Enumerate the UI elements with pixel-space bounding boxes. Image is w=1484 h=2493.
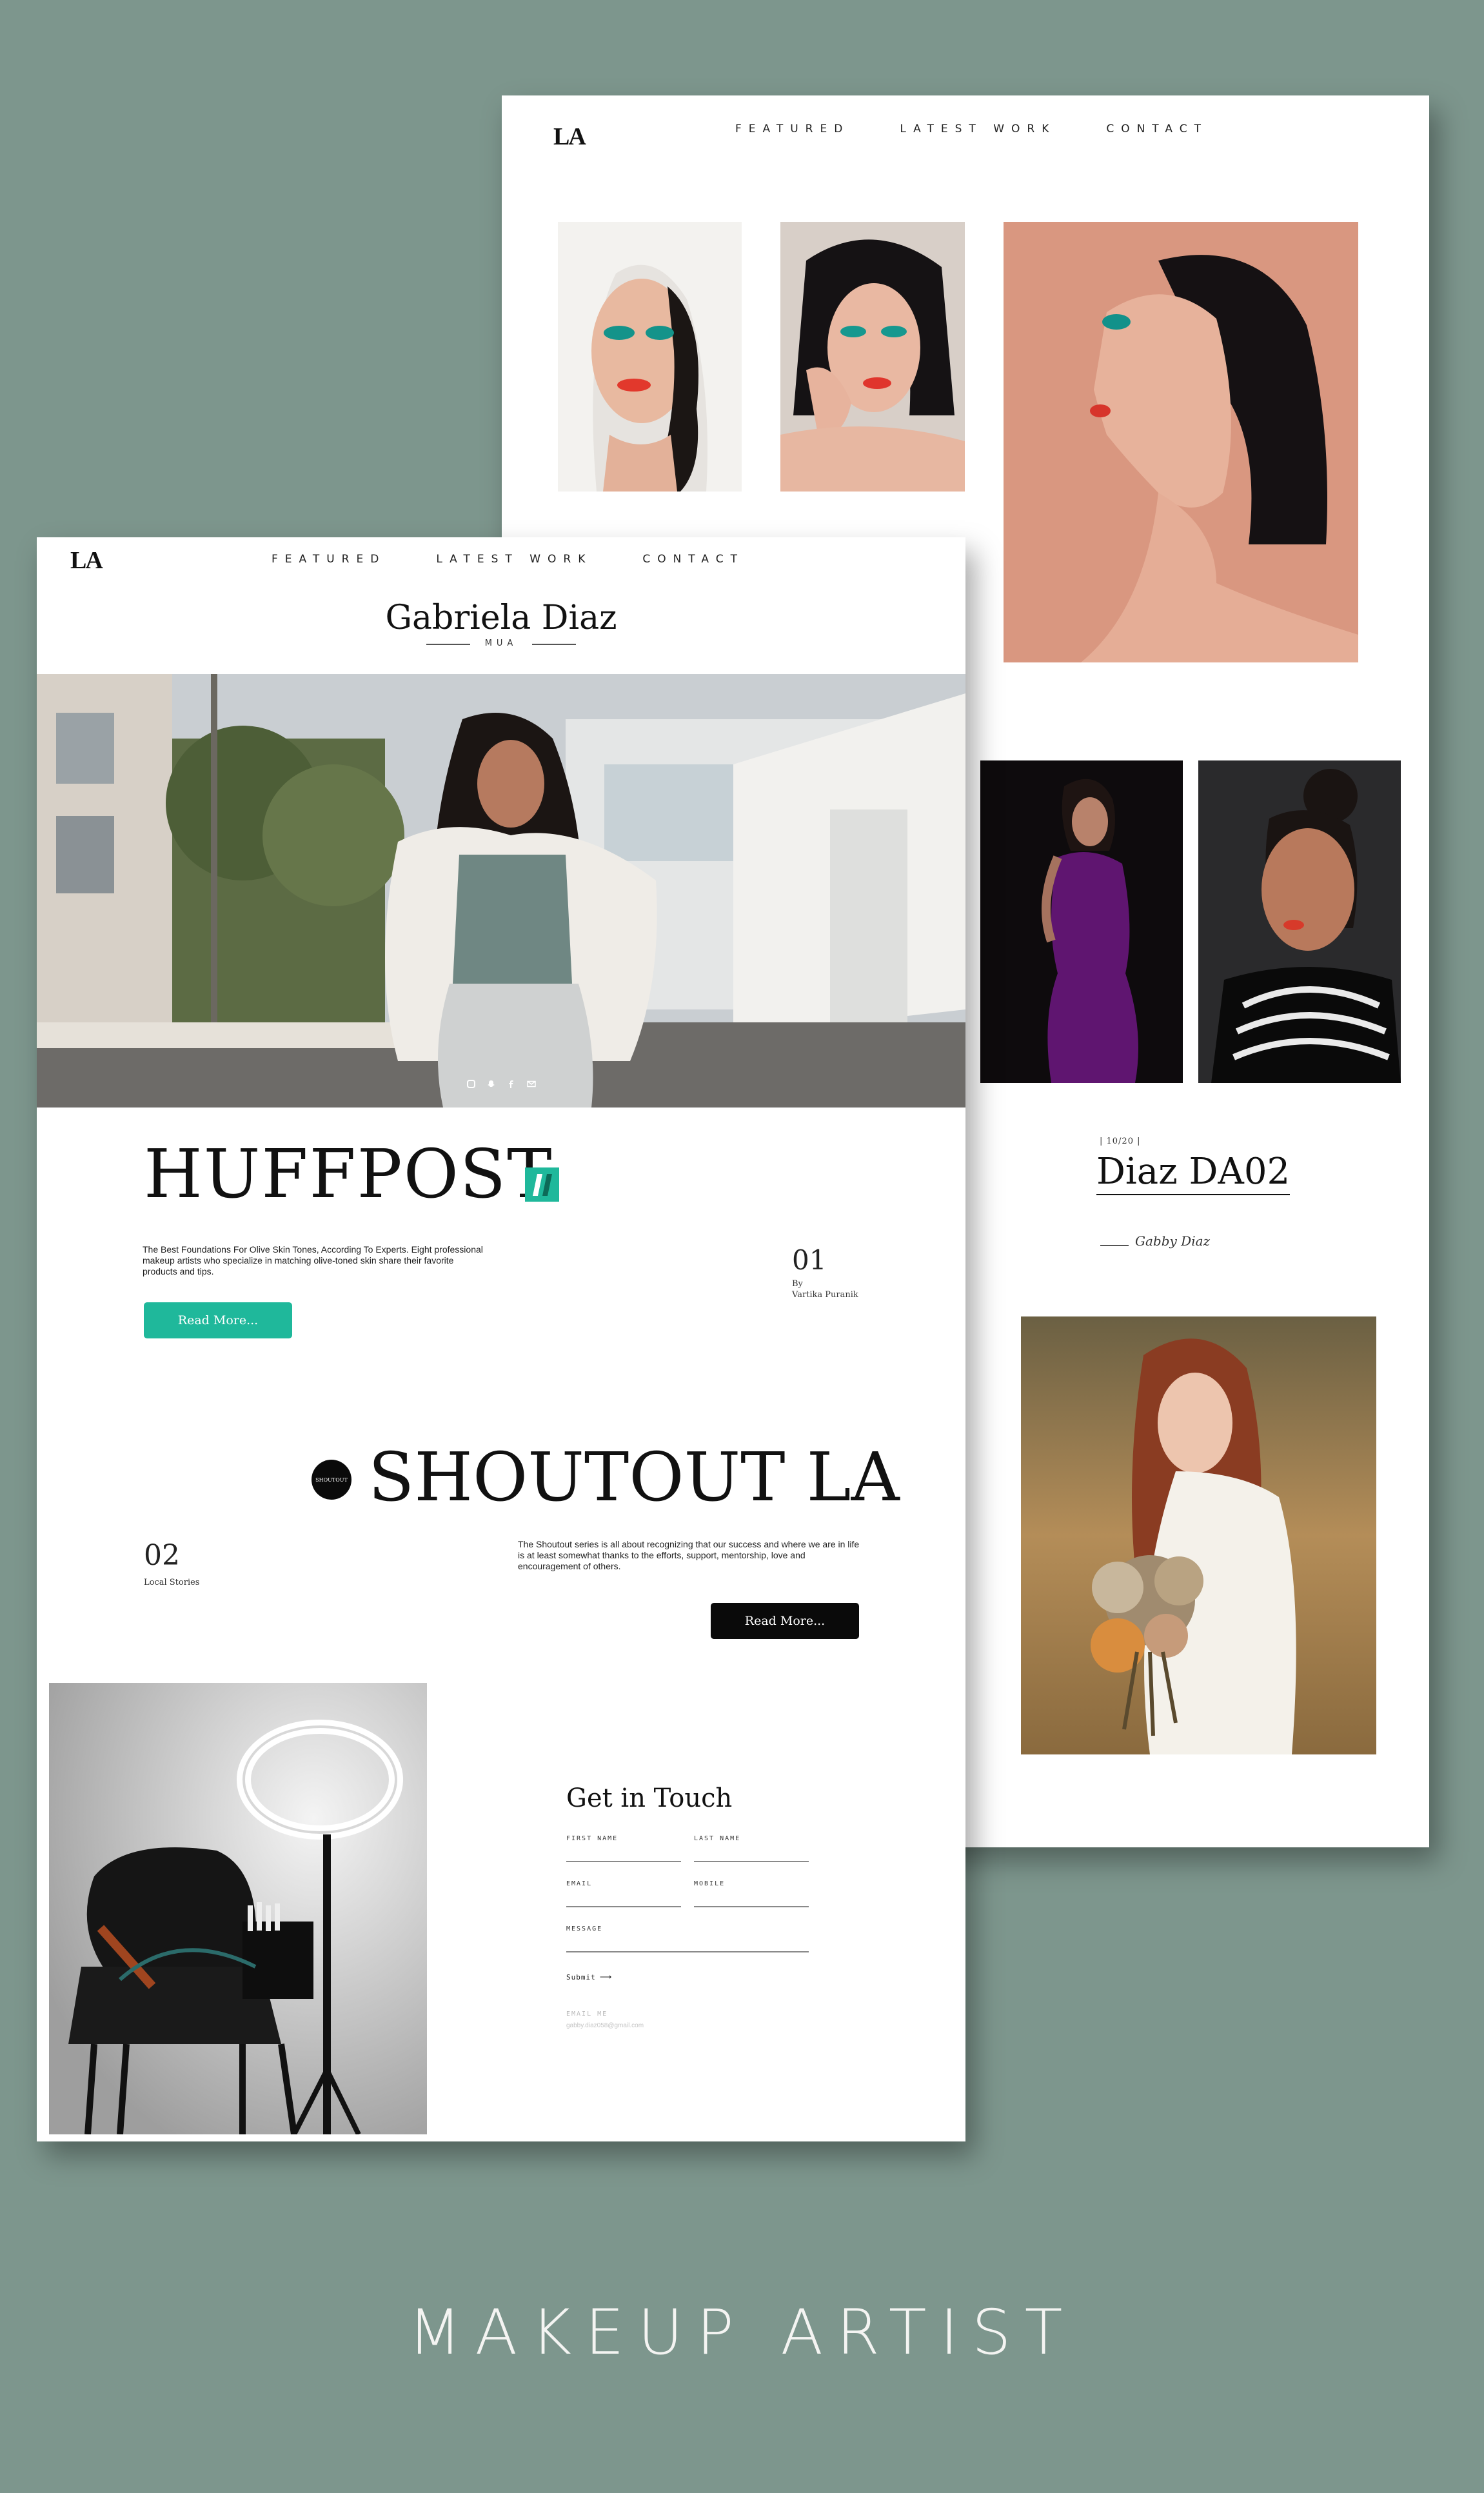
message-label: MESSAGE xyxy=(566,1925,603,1932)
press-shoutout-number: 02 xyxy=(144,1539,180,1572)
front-nav-links: FEATURED LATEST WORK CONTACT xyxy=(272,553,795,566)
front-logo[interactable]: LA xyxy=(70,546,103,575)
contact-title: Get in Touch xyxy=(566,1783,733,1813)
shoutout-logo-badge: SHOUTOUT xyxy=(312,1460,351,1500)
submit-button[interactable]: Submit ⟶ xyxy=(566,1972,611,1982)
huffpost-logo-mark xyxy=(525,1167,559,1202)
email-label: EMAIL xyxy=(566,1880,593,1887)
back-nav-links: FEATURED LATEST WORK CONTACT xyxy=(735,123,1258,135)
email-me-label: EMAIL ME xyxy=(566,2011,608,2018)
mobile-label: MOBILE xyxy=(694,1880,726,1887)
press-huffpost-number: 01 xyxy=(792,1244,827,1276)
huffpost-read-more-button[interactable]: Read More... xyxy=(144,1302,292,1338)
feature-title: Diaz DA02 xyxy=(1096,1151,1291,1195)
brand-name: Gabriela Diaz xyxy=(385,599,617,637)
last-name-label: LAST NAME xyxy=(694,1835,741,1842)
mail-icon[interactable] xyxy=(527,1080,536,1088)
press-huffpost-author: Vartika Puranik xyxy=(792,1290,858,1300)
signature: Gabby Diaz xyxy=(1135,1233,1211,1249)
press-shoutout-category: Local Stories xyxy=(144,1578,200,1587)
social-icons xyxy=(467,1080,536,1088)
press-huffpost-description: The Best Foundations For Olive Skin Tone… xyxy=(143,1244,483,1276)
nav-latest-work[interactable]: LATEST WORK xyxy=(436,553,592,566)
signature-dash xyxy=(1100,1245,1129,1246)
press-huffpost-title: HUFFPOST xyxy=(144,1135,553,1213)
message-input[interactable] xyxy=(566,1951,809,1952)
shoutout-read-more-button[interactable]: Read More... xyxy=(711,1603,859,1639)
arrow-right-icon: ⟶ xyxy=(599,1972,612,1981)
instagram-icon[interactable] xyxy=(467,1080,475,1088)
press-shoutout-title: SHOUTOUT LA xyxy=(368,1438,900,1516)
front-nav-bar: LA FEATURED LATEST WORK CONTACT xyxy=(37,537,965,608)
submit-label: Submit xyxy=(566,1972,596,1981)
brand-subtitle: MUA xyxy=(484,639,518,648)
back-nav-bar: LA FEATURED LATEST WORK CONTACT xyxy=(502,95,1429,166)
hero-photo xyxy=(37,674,965,1107)
nav-featured[interactable]: FEATURED xyxy=(735,123,849,135)
email-input[interactable] xyxy=(566,1906,681,1907)
nav-latest-work[interactable]: LATEST WORK xyxy=(900,123,1056,135)
mobile-input[interactable] xyxy=(694,1906,809,1907)
portrait-photo-bride-bouquet[interactable] xyxy=(1021,1316,1376,1754)
nav-contact[interactable]: CONTACT xyxy=(1106,123,1208,135)
email-address-link[interactable]: gabby.diaz058@gmail.com xyxy=(566,2022,644,2029)
press-shoutout-description: The Shoutout series is all about recogni… xyxy=(518,1539,860,1571)
last-name-input[interactable] xyxy=(694,1861,809,1862)
portrait-photo-hand[interactable] xyxy=(780,222,965,492)
nav-contact[interactable]: CONTACT xyxy=(642,553,744,566)
press-huffpost-by: By xyxy=(792,1279,803,1289)
first-name-label: FIRST NAME xyxy=(566,1835,618,1842)
back-logo[interactable]: LA xyxy=(553,123,586,151)
facebook-icon[interactable] xyxy=(507,1080,515,1088)
portrait-photo-profile[interactable] xyxy=(1004,222,1358,662)
caption-makeup-artist: MAKEUP ARTIST xyxy=(408,2296,1076,2369)
portrait-photo-white-hood[interactable] xyxy=(558,222,742,492)
portrait-photo-striped-top[interactable] xyxy=(1198,760,1401,1083)
snapchat-icon[interactable] xyxy=(487,1080,495,1088)
portrait-photo-purple-dress[interactable] xyxy=(980,760,1183,1083)
ring-light-chair-photo xyxy=(49,1683,427,2134)
first-name-input[interactable] xyxy=(566,1861,681,1862)
front-page-preview: LA FEATURED LATEST WORK CONTACT Gabriela… xyxy=(37,537,965,2141)
feature-date: | 10/20 | xyxy=(1100,1137,1141,1146)
nav-featured[interactable]: FEATURED xyxy=(272,553,386,566)
